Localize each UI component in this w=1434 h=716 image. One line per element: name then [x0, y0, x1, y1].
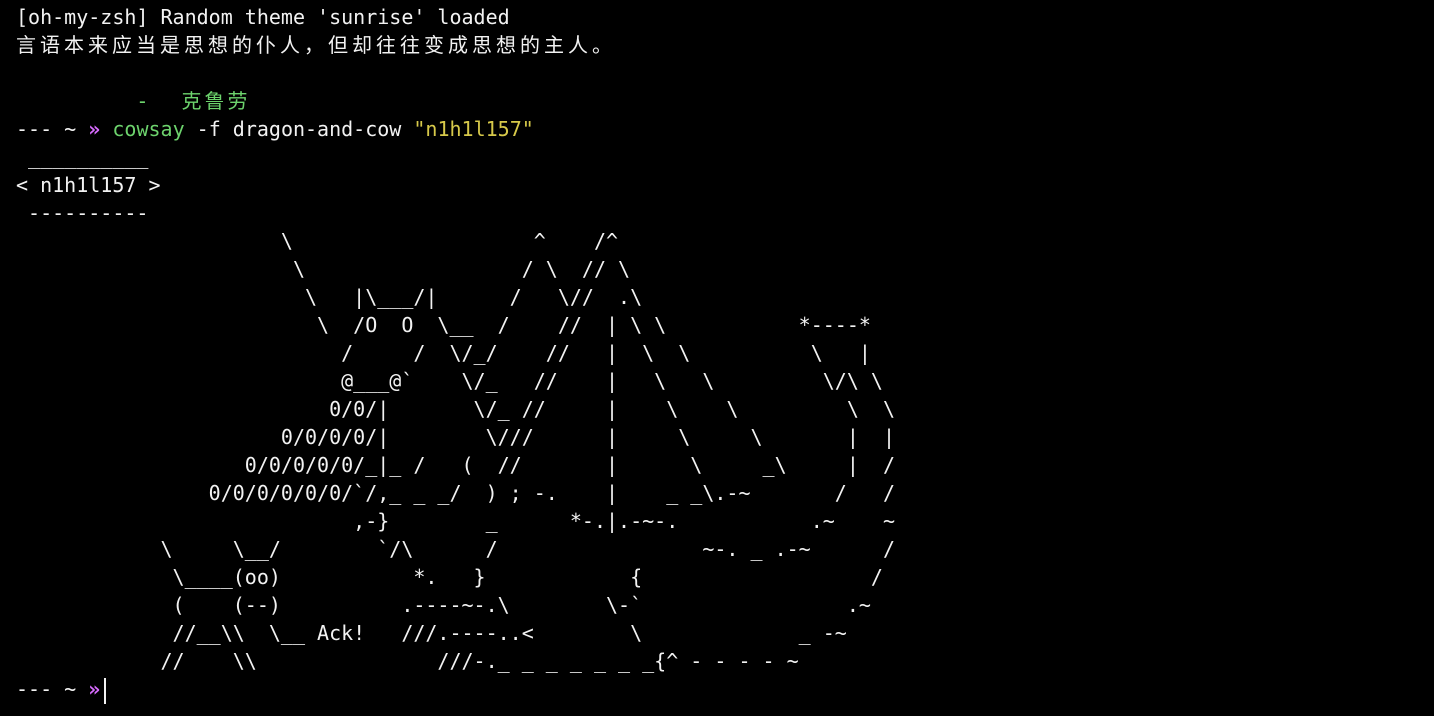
active-prompt-line[interactable]: --- ~ »	[16, 675, 1434, 704]
quote-text: 言语本来应当是思想的仆人，但却往往变成思想的主人。	[16, 33, 616, 57]
prompt-directory: ~	[64, 677, 77, 701]
prompt-dashes: ---	[16, 677, 53, 701]
quote-author: - 克鲁劳	[16, 89, 251, 113]
command-args: -f dragon-and-cow	[184, 117, 414, 141]
prompt-arrow-icon: »	[88, 677, 101, 701]
text-cursor[interactable]	[104, 677, 107, 704]
command-string-arg: "n1h1l157"	[413, 117, 534, 141]
terminal-window[interactable]: [oh-my-zsh] Random theme 'sunrise' loade…	[16, 3, 1434, 716]
command-prompt-line: --- ~ » cowsay -f dragon-and-cow "n1h1l1…	[16, 115, 1434, 143]
prompt-arrow-icon: »	[88, 117, 101, 141]
cowsay-output: __________ < n1h1l157 > ---------- \ ^ /…	[16, 145, 895, 673]
command-name: cowsay	[112, 117, 185, 141]
prompt-dashes: ---	[16, 117, 53, 141]
theme-loaded-message: [oh-my-zsh] Random theme 'sunrise' loade…	[16, 5, 510, 29]
prompt-directory: ~	[64, 117, 77, 141]
